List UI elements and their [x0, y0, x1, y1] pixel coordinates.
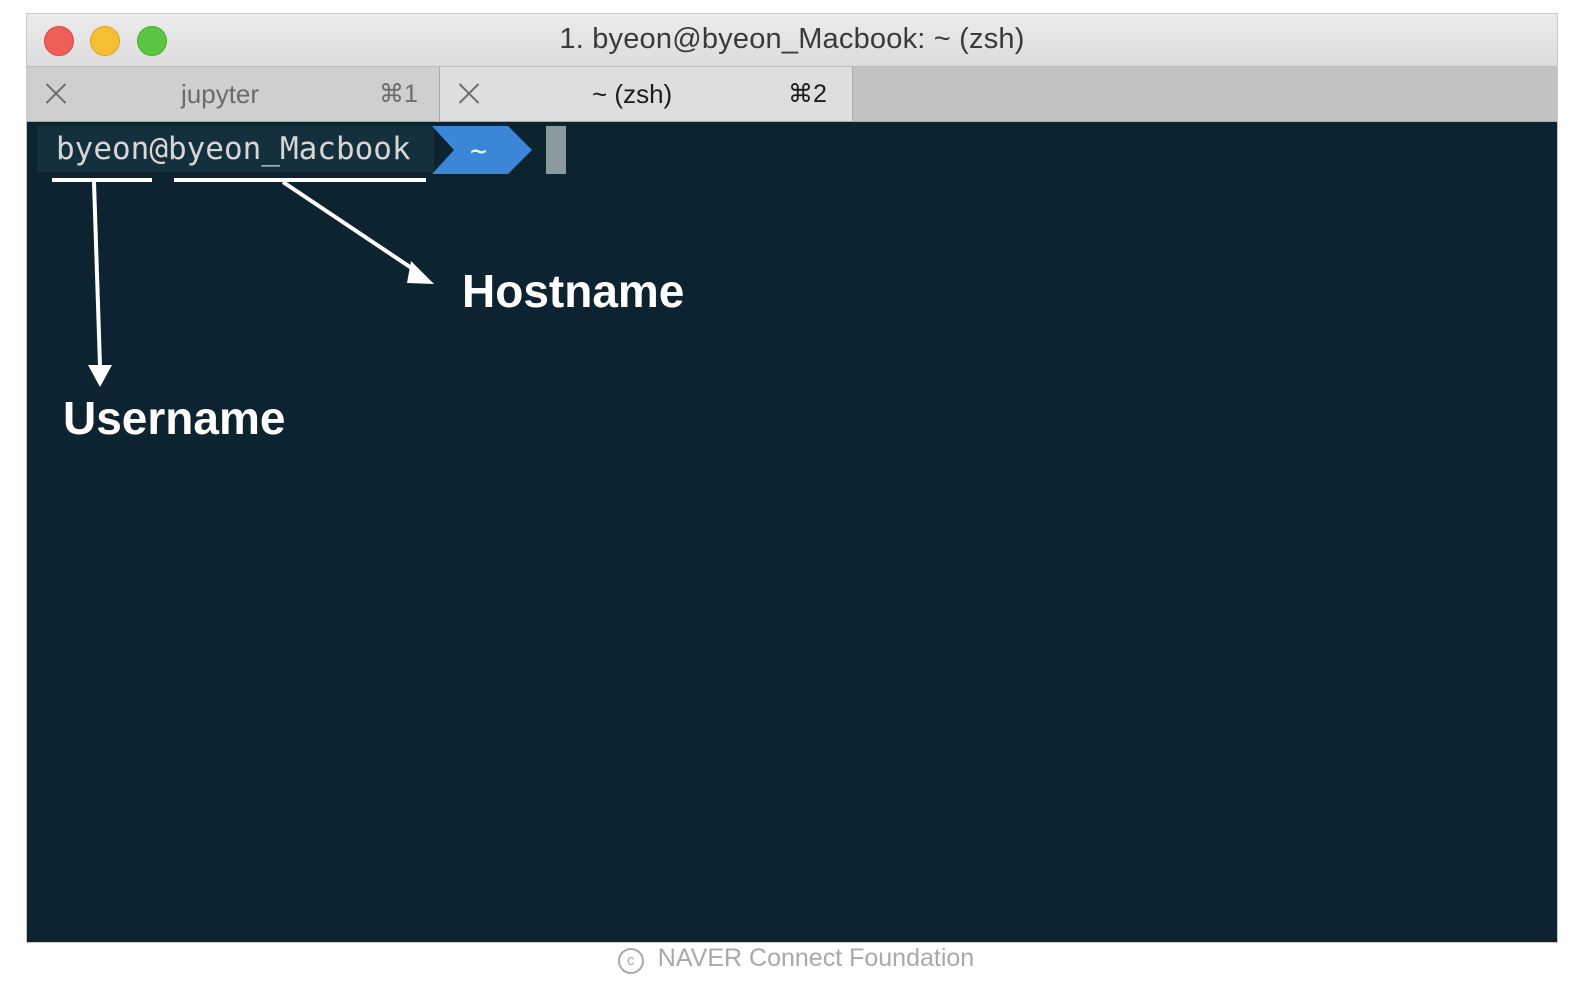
footer-text: NAVER Connect Foundation: [657, 944, 975, 972]
annotation-overlay: [52, 178, 434, 387]
copyright-icon: c: [617, 948, 644, 974]
username-arrow: [92, 181, 102, 367]
username-annotation: Username: [63, 392, 286, 444]
copyright-footer: c NAVER Connect Foundation: [0, 944, 1592, 974]
hostname-annotation: Hostname: [462, 265, 685, 317]
hostname-arrowhead: [407, 261, 434, 284]
hostname-arrow: [281, 180, 418, 273]
terminal-window: 1. byeon@byeon_Macbook: ~ (zsh) jupyter …: [27, 14, 1557, 942]
username-arrowhead: [88, 365, 112, 387]
